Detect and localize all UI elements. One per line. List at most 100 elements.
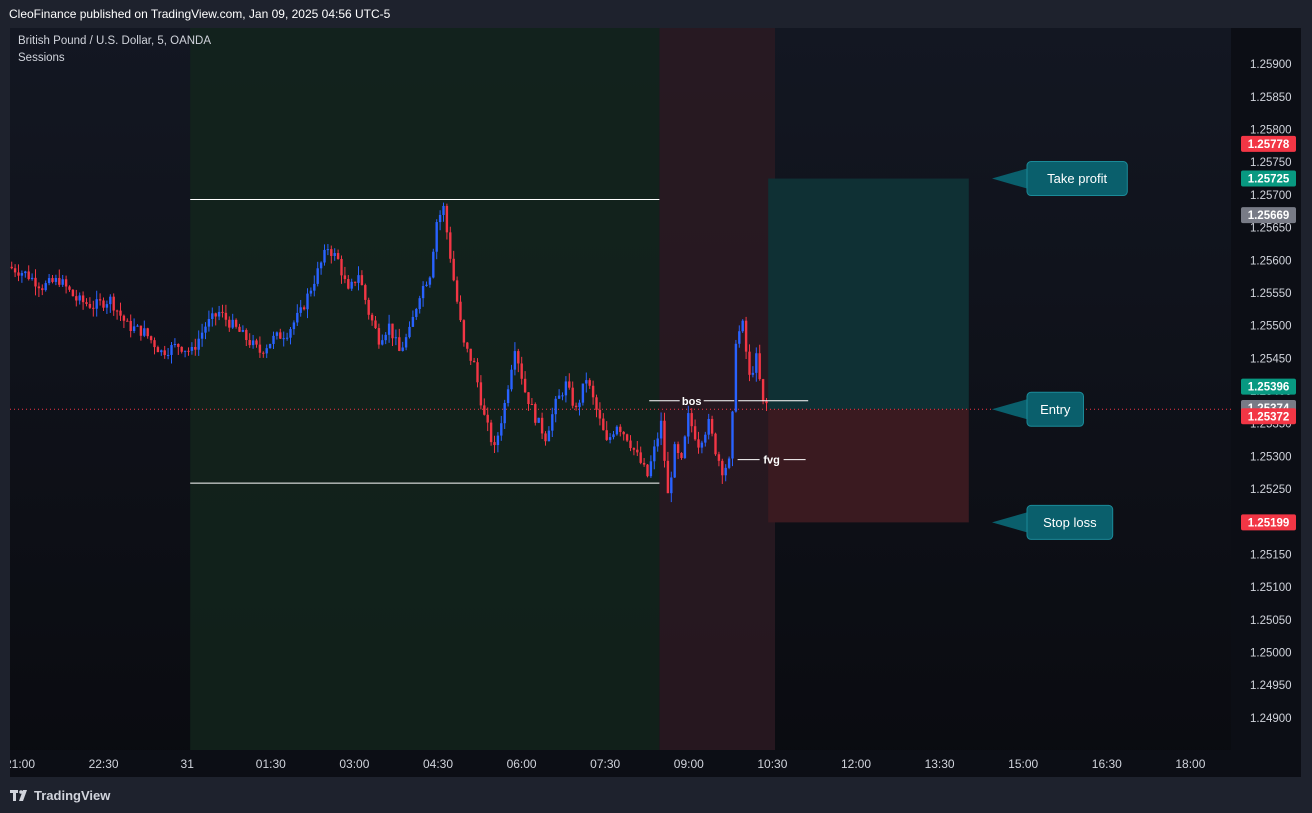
candle-body [47, 278, 51, 284]
candle-body [418, 298, 421, 310]
price-badge[interactable]: 1.25725 [1241, 170, 1296, 187]
candle-body [143, 328, 146, 336]
candle-body [432, 251, 435, 278]
candle-body [605, 430, 608, 440]
candle-body [364, 285, 367, 300]
chart-pane[interactable]: bos fvg Take profit Entry Stop loss 1.25900… [10, 28, 1301, 777]
candle-body [476, 362, 479, 383]
candle-body [744, 320, 748, 352]
candle-body [119, 310, 122, 316]
candle-body [68, 286, 71, 290]
candle-body [258, 344, 262, 353]
candle-body [146, 328, 149, 337]
price-tick-label: 1.24900 [1250, 713, 1292, 725]
candle [683, 435, 687, 460]
candle-body [51, 278, 54, 282]
candle-body [442, 205, 445, 215]
price-badge-label: 1.25396 [1248, 382, 1290, 394]
candle-body [180, 346, 183, 352]
price-badge[interactable]: 1.25372 [1241, 408, 1296, 425]
candle-body [398, 337, 401, 351]
candle-body [659, 420, 663, 439]
callout-label: Entry [1040, 402, 1071, 417]
candle-body [619, 426, 622, 432]
candle-body [602, 418, 605, 431]
candle-body [136, 325, 139, 327]
candle-body [663, 420, 666, 461]
candle-body [214, 313, 217, 317]
session-london [659, 28, 775, 750]
candle-body [129, 320, 132, 332]
candle-body [268, 343, 272, 349]
candle-body [486, 414, 489, 423]
candle-body [571, 387, 574, 406]
price-tick-label: 1.25650 [1250, 223, 1292, 235]
candle-body [595, 397, 598, 410]
candle [714, 432, 717, 456]
candle-body [615, 426, 619, 435]
candle-body [251, 340, 255, 346]
candle-body [234, 319, 238, 327]
price-badge[interactable]: 1.25199 [1241, 514, 1296, 531]
candle-body [92, 307, 95, 309]
candle-body [455, 280, 459, 302]
price-axis[interactable]: 1.25900 1.25850 1.25800 1.25750 1.25700 1.256… [1231, 28, 1301, 750]
time-axis[interactable]: 21:00 22:30 31 01:30 03:00 04:30 06:00 07:30 09:… [10, 750, 1301, 777]
candle-body [367, 299, 370, 315]
candle [71, 289, 75, 297]
symbol-legend[interactable]: British Pound / U.S. Dollar, 5, OANDA [18, 35, 211, 47]
candle-body [279, 332, 282, 339]
candle-body [34, 277, 37, 287]
candle-body [381, 340, 384, 345]
candle-body [714, 433, 717, 455]
candle-body [170, 345, 173, 355]
price-tick-label: 1.25900 [1250, 59, 1292, 71]
candle-body [183, 350, 187, 352]
tradingview-brand[interactable]: TradingView [10, 788, 110, 803]
candle-body [187, 350, 190, 352]
price-badge[interactable]: 1.25396 [1241, 378, 1296, 395]
candle-body [513, 351, 517, 370]
publisher-header: CleoFinance published on TradingView.com… [0, 0, 1312, 28]
time-tick-label: 16:30 [1092, 757, 1122, 771]
candle-body [347, 279, 350, 289]
candle-body [17, 272, 20, 276]
tradingview-logo-icon [10, 789, 27, 801]
price-badge[interactable]: 1.25778 [1241, 135, 1296, 152]
indicator-legend[interactable]: Sessions [18, 52, 65, 64]
candle-body [102, 300, 105, 308]
candle-body [527, 392, 530, 405]
candle-body [241, 330, 245, 332]
candle-body [748, 351, 751, 375]
candle-body [676, 444, 680, 454]
candle-body [13, 268, 17, 273]
candle-body [231, 319, 234, 328]
candle-body [197, 338, 200, 350]
candle-body [255, 340, 258, 345]
candle [537, 417, 540, 424]
candle-body [724, 467, 727, 476]
footer-bar: TradingView [0, 777, 1312, 813]
candle-body [105, 304, 109, 308]
candle-body [156, 347, 160, 353]
price-tick-label: 1.25700 [1250, 190, 1292, 202]
candle-body [500, 423, 503, 436]
candle-body [608, 437, 612, 440]
session-asia [190, 28, 660, 750]
candle-body [387, 323, 391, 335]
candle-body [547, 430, 551, 442]
candle-body [585, 380, 588, 384]
candle-body [292, 322, 296, 330]
candle-body [408, 326, 411, 338]
candle-body [353, 281, 357, 283]
time-tick-label: 01:30 [256, 757, 286, 771]
candle-body [578, 402, 581, 408]
candle-body [459, 301, 462, 321]
candle-body [149, 336, 153, 341]
candlestick-chart[interactable]: bos fvg Take profit Entry Stop loss 1.25900… [10, 28, 1301, 777]
candle [646, 464, 649, 478]
candle [581, 383, 585, 406]
candle-body [751, 372, 755, 375]
candle-body [469, 348, 472, 361]
price-badge[interactable]: 1.25669 [1241, 207, 1296, 224]
